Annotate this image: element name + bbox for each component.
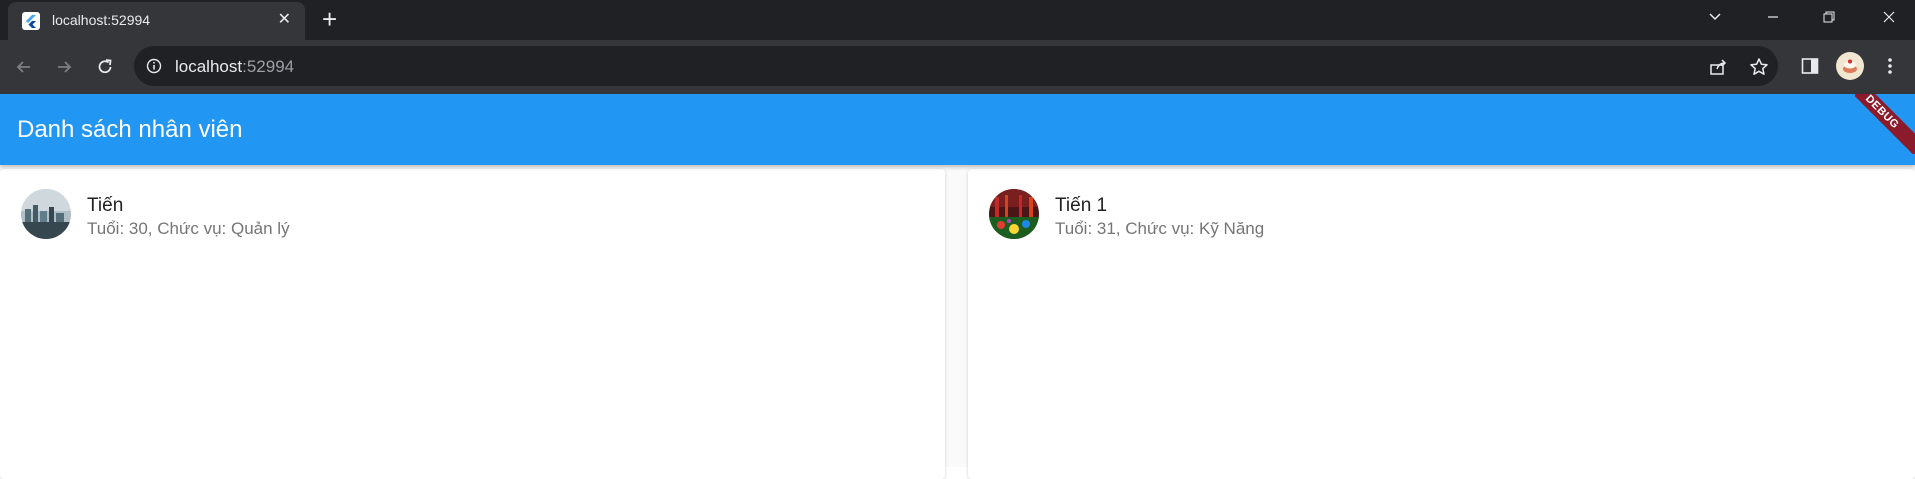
sidepanel-icon[interactable] <box>1796 52 1824 80</box>
new-tab-button[interactable]: + <box>322 6 337 32</box>
employee-card[interactable]: Tiến 1 Tuổi: 31, Chức vụ: Kỹ Năng <box>968 169 1915 479</box>
employee-grid: Tiến Tuổi: 30, Chức vụ: Quản lý Tiến 1 T… <box>0 165 1915 479</box>
chevron-down-icon[interactable] <box>1692 0 1738 34</box>
url-port: :52994 <box>242 57 295 76</box>
employee-card[interactable]: Tiến Tuổi: 30, Chức vụ: Quản lý <box>0 169 945 479</box>
employee-name: Tiến 1 <box>1055 195 1108 216</box>
tab-strip: localhost:52994 ✕ + <box>0 0 1915 40</box>
profile-avatar[interactable] <box>1836 52 1864 80</box>
debug-label: DEBUG <box>1855 94 1915 154</box>
forward-icon[interactable] <box>49 52 79 82</box>
employee-avatar <box>21 189 71 239</box>
browser-tab[interactable]: localhost:52994 ✕ <box>8 2 305 40</box>
browser-toolbar: localhost:52994 <box>0 40 1915 94</box>
share-icon[interactable] <box>1707 56 1729 78</box>
minimize-icon[interactable] <box>1750 0 1796 34</box>
flutter-favicon-icon <box>22 12 40 30</box>
url-text: localhost:52994 <box>175 57 294 77</box>
page-title: Danh sách nhân viên <box>17 116 243 143</box>
employee-details: Tuổi: 31, Chức vụ: Kỹ Năng <box>1055 219 1265 238</box>
employee-details: Tuổi: 30, Chức vụ: Quản lý <box>87 219 290 238</box>
tab-close-icon[interactable]: ✕ <box>278 10 291 30</box>
back-icon[interactable] <box>9 52 39 82</box>
app-bar: Danh sách nhân viên DEBUG <box>0 94 1915 165</box>
url-host: localhost <box>175 57 243 76</box>
profile-avatar-image <box>1836 52 1864 80</box>
debug-banner: DEBUG <box>1855 94 1915 154</box>
restore-icon[interactable] <box>1806 0 1852 34</box>
employee-name: Tiến <box>87 195 124 216</box>
info-icon[interactable] <box>146 58 162 79</box>
address-bar[interactable]: localhost:52994 <box>134 46 1778 86</box>
menu-icon[interactable] <box>1876 52 1904 80</box>
window-close-icon[interactable] <box>1866 0 1912 34</box>
star-icon[interactable] <box>1748 56 1770 78</box>
tab-title: localhost:52994 <box>52 12 151 28</box>
employee-avatar <box>989 189 1039 239</box>
reload-icon[interactable] <box>90 52 120 82</box>
